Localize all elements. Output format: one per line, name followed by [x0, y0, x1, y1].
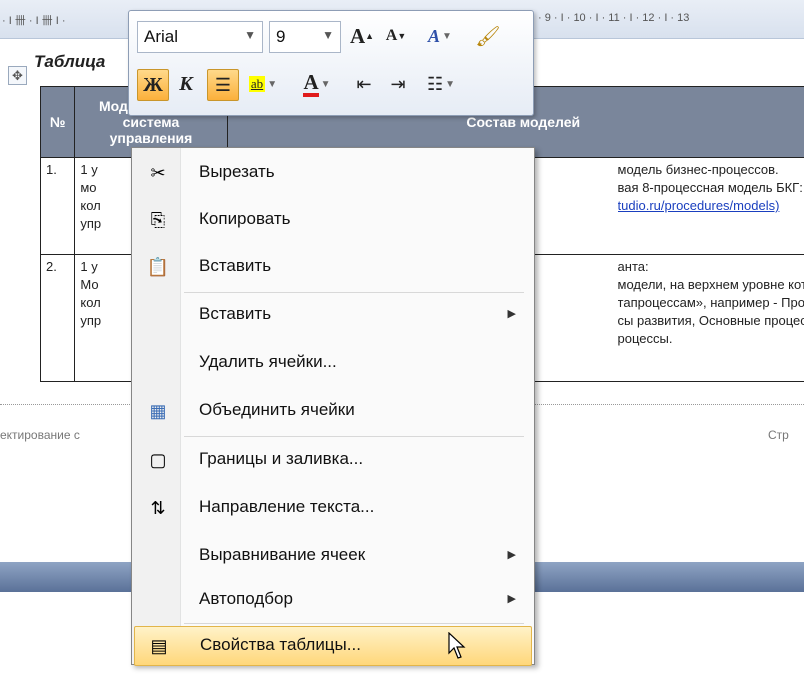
- font-color-icon: A: [303, 71, 319, 97]
- submenu-arrow-icon: ▶: [507, 549, 516, 561]
- mini-toolbar: Arial ▼ 9 ▼ A ▲ A ▼ A ▼ 🖌 Ж К ☰ ab ▼ A ▼ ⇤ ⇥ …: [128, 10, 534, 116]
- highlight-button[interactable]: ab ▼: [241, 69, 285, 99]
- font-name-combo[interactable]: Arial ▼: [137, 21, 263, 53]
- menu-item-label: Выравнивание ячеек: [199, 545, 366, 564]
- italic-button[interactable]: К: [171, 69, 201, 99]
- chevron-down-icon: ▼: [320, 78, 331, 90]
- font-color-button[interactable]: A ▼: [295, 69, 339, 99]
- cell-line: модели, на верхнем уровне кото: [617, 277, 804, 292]
- row-number: 1.: [46, 162, 57, 177]
- merge-cells-icon: ▦: [149, 401, 167, 421]
- cell-line: модель бизнес-процессов.: [617, 162, 779, 177]
- menu-item-label: Вырезать: [199, 162, 275, 181]
- menu-item-label: Границы и заливка...: [199, 449, 364, 468]
- menu-item-text-direction[interactable]: ⇅ Направление текста...: [134, 489, 530, 527]
- menu-item-label: Вставить: [199, 304, 272, 323]
- menu-item-label: Удалить ячейки...: [199, 352, 337, 371]
- menu-item-delete-cells[interactable]: Удалить ячейки...: [134, 344, 530, 382]
- cell-line: анта:: [617, 259, 649, 274]
- context-menu: ✂ Вырезать ⎘ Копировать 📋 Вставить Встав…: [131, 147, 535, 666]
- paste-icon: 📋: [146, 257, 170, 277]
- ruler-left-marks: · I 卌 · I 卌 I ·: [2, 15, 66, 27]
- chevron-down-icon: ▼: [267, 78, 278, 90]
- row-number: 2.: [46, 259, 57, 274]
- cell-line: сы развития, Основные процесс: [617, 313, 804, 328]
- bold-button[interactable]: Ж: [137, 69, 169, 101]
- menu-item-label: Свойства таблицы...: [200, 635, 361, 654]
- bullet-list-icon: ☷: [426, 73, 444, 94]
- table-cell[interactable]: 2.: [39, 254, 76, 382]
- decrease-indent-button[interactable]: ⇤: [349, 69, 379, 99]
- align-center-icon: ☰: [214, 74, 232, 95]
- table-cell[interactable]: 1.: [39, 157, 76, 255]
- menu-item-merge-cells[interactable]: ▦ Объединить ячейки: [134, 392, 530, 430]
- menu-item-label: Вставить: [199, 256, 272, 275]
- menu-item-label: Направление текста...: [199, 497, 375, 516]
- footer-right-text: Стр: [768, 428, 789, 442]
- increase-indent-icon: ⇥: [390, 73, 406, 94]
- table-move-handle[interactable]: ✥: [8, 66, 27, 85]
- menu-item-label: Копировать: [199, 209, 291, 228]
- menu-separator: [184, 436, 524, 437]
- format-painter-icon: 🖌: [475, 25, 501, 48]
- menu-separator: [184, 623, 524, 624]
- increase-indent-button[interactable]: ⇥: [383, 69, 413, 99]
- chevron-down-icon: ▼: [442, 30, 452, 42]
- menu-item-copy[interactable]: ⎘ Копировать: [134, 201, 530, 239]
- footer-left-text: ектирование с: [0, 428, 80, 442]
- shrink-font-icon: A: [385, 27, 398, 44]
- italic-icon: К: [179, 72, 193, 95]
- styles-icon: A: [428, 25, 441, 46]
- scissors-icon: ✂: [150, 163, 166, 183]
- grow-font-button[interactable]: A ▲: [347, 21, 377, 51]
- decrease-indent-icon: ⇤: [356, 73, 372, 94]
- cell-line: вая 8-процессная модель БКГ:: [617, 180, 803, 195]
- mouse-pointer-icon: [448, 632, 466, 659]
- copy-icon: ⎘: [150, 210, 166, 230]
- table-properties-icon: ▤: [150, 636, 168, 656]
- ruler-right-marks: · 9 · I · 10 · I · 11 · I · 12 · I · 13: [538, 12, 690, 24]
- table-header-num[interactable]: №: [39, 86, 76, 158]
- menu-item-label: Автоподбор: [199, 589, 293, 608]
- font-size-combo[interactable]: 9 ▼: [269, 21, 341, 53]
- cell-line: тапроцессам», например - Проц: [617, 295, 804, 310]
- menu-item-table-properties[interactable]: ▤ Свойства таблицы...: [134, 626, 532, 666]
- highlight-icon: ab: [248, 76, 266, 92]
- menu-item-borders[interactable]: ▢ Границы и заливка...: [134, 441, 530, 479]
- borders-icon: ▢: [149, 450, 167, 470]
- styles-button[interactable]: A ▼: [419, 21, 461, 51]
- chevron-down-icon: ▼: [445, 78, 456, 90]
- menu-item-cut[interactable]: ✂ Вырезать: [134, 154, 530, 192]
- chevron-down-icon: ▼: [244, 28, 256, 42]
- font-size-value: 9: [276, 27, 286, 46]
- center-align-button[interactable]: ☰: [207, 69, 239, 101]
- grow-font-icon: A: [349, 23, 366, 48]
- font-name-value: Arial: [144, 27, 179, 46]
- menu-item-cell-alignment[interactable]: Выравнивание ячеек ▶: [134, 537, 530, 575]
- chevron-down-icon: ▼: [322, 28, 334, 42]
- menu-item-label: Объединить ячейки: [199, 400, 355, 419]
- format-painter-button[interactable]: 🖌: [473, 21, 503, 51]
- text-direction-icon: ⇅: [150, 498, 166, 518]
- shrink-font-button[interactable]: A ▼: [381, 21, 411, 51]
- cell-link[interactable]: tudio.ru/procedures/models): [618, 197, 804, 215]
- move-cross-icon: ✥: [12, 68, 23, 83]
- table-caption: Таблица: [34, 52, 106, 71]
- cell-line: роцессы.: [617, 331, 673, 346]
- submenu-arrow-icon: ▶: [507, 593, 516, 605]
- bold-icon: Ж: [143, 73, 163, 96]
- menu-item-paste[interactable]: 📋 Вставить: [134, 248, 530, 286]
- submenu-arrow-icon: ▶: [507, 308, 516, 320]
- bullets-button[interactable]: ☷ ▼: [419, 69, 463, 99]
- menu-separator: [184, 292, 524, 293]
- menu-item-autofit[interactable]: Автоподбор ▶: [134, 581, 530, 619]
- menu-item-insert[interactable]: Вставить ▶: [134, 296, 530, 334]
